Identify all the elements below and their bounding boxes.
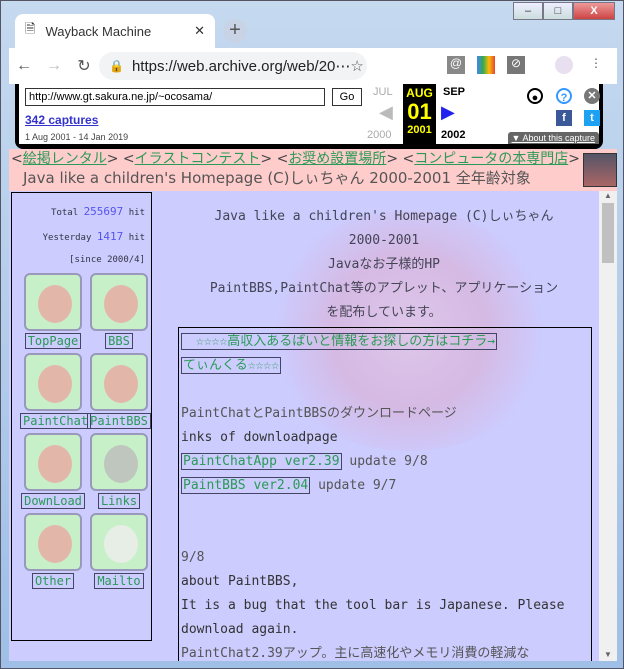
character-image bbox=[24, 353, 82, 411]
nav-link[interactable]: 絵掲レンタル bbox=[23, 151, 107, 167]
minimize-button[interactable]: – bbox=[513, 2, 543, 20]
sidebar-item-paintchat[interactable]: PaintChat bbox=[20, 353, 92, 429]
news-box: ☆☆☆☆高収入あるばいと情報をお探しの方はコチラ→ てぃんくる☆☆☆☆ Pain… bbox=[178, 327, 592, 661]
extension-icon[interactable]: @ bbox=[447, 56, 465, 74]
nav-link[interactable]: お奨め設置場所 bbox=[288, 151, 386, 167]
forward-icon[interactable]: → bbox=[39, 57, 69, 75]
sidebar-item-other[interactable]: Other bbox=[20, 513, 86, 589]
next-month[interactable]: SEP bbox=[443, 86, 465, 98]
reload-icon[interactable]: ↻ bbox=[69, 56, 99, 76]
lock-icon: 🔒 bbox=[109, 59, 124, 73]
page-icon: 🗎 bbox=[25, 21, 36, 36]
nav-bar: <絵掲レンタル> <イラストコンテスト> <お奨め設置場所> <コンピュータの本… bbox=[9, 149, 617, 191]
paintchat-download-link[interactable]: PaintChatApp ver2.39 bbox=[181, 453, 342, 470]
sidebar-item-mailto[interactable]: Mailto bbox=[86, 513, 152, 589]
tab-title: Wayback Machine bbox=[45, 23, 152, 39]
browser-window: – □ X 🗎 Wayback Machine ✕ + ← → ↻ 🔒 http… bbox=[0, 0, 624, 669]
scroll-down-icon[interactable]: ▼ bbox=[599, 650, 617, 659]
character-image bbox=[24, 513, 82, 571]
prev-arrow-icon[interactable]: ◀ bbox=[379, 102, 393, 123]
prev-month[interactable]: JUL bbox=[373, 86, 393, 98]
character-image bbox=[24, 273, 82, 331]
scroll-up-icon[interactable]: ▲ bbox=[599, 191, 617, 200]
go-button[interactable]: Go bbox=[332, 88, 362, 106]
page-title: Java like a children's Homepage (C)しぃちゃん… bbox=[23, 169, 531, 187]
paintbbs-download-link[interactable]: PaintBBS ver2.04 bbox=[181, 477, 311, 494]
maximize-button[interactable]: □ bbox=[543, 2, 573, 20]
address-bar[interactable]: 🔒 https://web.archive.org/web/20⋯ ☆ bbox=[99, 52, 367, 80]
capture-range: 1 Aug 2001 - 14 Jan 2019 bbox=[25, 132, 129, 142]
prev-year[interactable]: 2000 bbox=[367, 129, 391, 141]
facebook-icon[interactable]: f bbox=[556, 110, 572, 126]
scroll-thumb[interactable] bbox=[602, 203, 614, 263]
wayback-url-input[interactable] bbox=[25, 88, 325, 106]
scrollbar[interactable]: ▲ ▼ bbox=[599, 191, 617, 661]
character-icon bbox=[583, 153, 617, 187]
character-image bbox=[24, 433, 82, 491]
sidebar-item-bbs[interactable]: BBS bbox=[86, 273, 152, 349]
character-image bbox=[90, 513, 148, 571]
shield-extension-icon[interactable]: ⊘ bbox=[507, 56, 525, 74]
character-image bbox=[90, 273, 148, 331]
wayback-toolbar: Go 342 captures 1 Aug 2001 - 14 Jan 2019… bbox=[15, 84, 603, 149]
ad-link[interactable]: ☆☆☆☆高収入あるばいと情報をお探しの方はコチラ→ bbox=[181, 333, 498, 350]
next-year[interactable]: 2002 bbox=[441, 129, 465, 141]
sidebar-item-toppage[interactable]: TopPage bbox=[20, 273, 86, 349]
star-icon[interactable]: ☆ bbox=[350, 57, 363, 75]
sidebar-item-paintbbs[interactable]: PaintBBS bbox=[86, 353, 152, 429]
ad-link[interactable]: てぃんくる☆☆☆☆ bbox=[181, 357, 282, 374]
total-counter: Total 255697 hit bbox=[51, 205, 145, 218]
sidebar-item-links[interactable]: Links bbox=[86, 433, 152, 509]
page-content: Total 255697 hit Yesterday 1417 hit [sin… bbox=[9, 191, 599, 661]
intro-text: Java like a children's Homepage (C)しぃちゃん… bbox=[209, 209, 559, 320]
menu-icon[interactable]: ⋮ bbox=[587, 56, 605, 74]
character-image bbox=[90, 353, 148, 411]
browser-tab[interactable]: 🗎 Wayback Machine ✕ bbox=[15, 14, 215, 48]
close-window-button[interactable]: X bbox=[573, 2, 615, 20]
nav-link[interactable]: イラストコンテスト bbox=[135, 151, 261, 167]
help-icon[interactable]: ? bbox=[556, 88, 572, 104]
current-date: AUG 01 2001 bbox=[403, 84, 436, 144]
google-extension-icon[interactable] bbox=[477, 56, 495, 74]
close-tab-icon[interactable]: ✕ bbox=[194, 23, 205, 39]
sidebar-item-download[interactable]: DownLoad bbox=[20, 433, 86, 509]
close-icon[interactable]: ✕ bbox=[584, 88, 600, 104]
user-icon[interactable]: ● bbox=[527, 88, 543, 104]
nav-link[interactable]: コンピュータの本専門店 bbox=[414, 151, 568, 167]
avatar[interactable] bbox=[555, 56, 573, 74]
since-label: [since 2000/4] bbox=[69, 255, 145, 265]
character-image bbox=[90, 433, 148, 491]
yesterday-counter: Yesterday 1417 hit bbox=[42, 230, 145, 243]
new-tab-button[interactable]: + bbox=[223, 19, 247, 43]
captures-link[interactable]: 342 captures bbox=[25, 113, 98, 127]
back-icon[interactable]: ← bbox=[9, 57, 39, 75]
next-arrow-icon[interactable]: ▶ bbox=[441, 102, 455, 123]
twitter-icon[interactable]: t bbox=[584, 110, 600, 126]
sidebar: Total 255697 hit Yesterday 1417 hit [sin… bbox=[11, 192, 152, 641]
about-capture-button[interactable]: ▼ About this capture bbox=[507, 132, 599, 144]
